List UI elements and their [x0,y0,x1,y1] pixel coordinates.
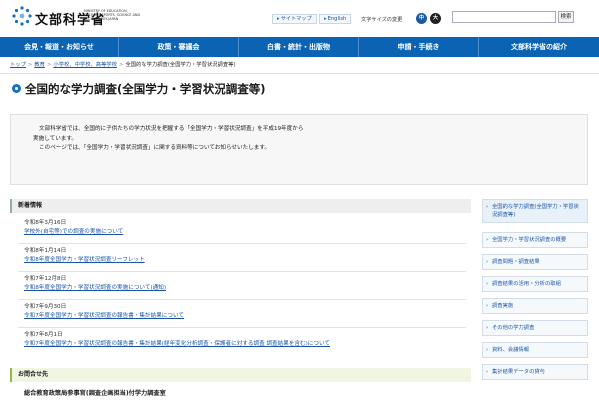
sidebar-item-implementation[interactable]: 調査実施 [482,298,588,314]
breadcrumb-current: 全国的な学力調査(全国学力・学習状況調査等) [125,62,236,68]
intro-text-line: 文部科学省では、全国的に子供たちの学力状況を把握する「全国学力・学習状況調査」を… [39,126,304,132]
news-date: 令和8年1月14日 [24,248,67,254]
page-title: 全国的な学力調査(全国学力・学習状況調査等) [25,82,266,96]
news-link[interactable]: 令和8年度全国学力・学習状況調査の実施について(通知) [24,284,166,293]
breadcrumb-separator: > [119,62,124,68]
news-item: 令和7年9月30日 令和7年度全国学力・学習状況調査の報告書・集計結果について [24,303,184,321]
title-bullet-icon [12,84,21,93]
news-heading: 新着情報 [10,199,471,213]
english-link[interactable]: English [319,14,352,24]
search-input[interactable] [452,11,556,23]
breadcrumb-separator: > [27,62,33,68]
mext-logo-icon[interactable] [12,6,32,26]
news-date: 令和8年3月16日 [24,220,67,226]
font-size-large-button[interactable]: 大 [430,13,441,24]
news-date: 令和7年12月8日 [24,276,67,282]
contact-department: 総合教育政策局参事官(調査企画担当)付学力調査室 [24,390,166,397]
intro-box: 文部科学省では、全国的に子供たちの学力状況を把握する「全国学力・学習状況調査」を… [10,114,588,185]
sidebar-item-materials[interactable]: 資料、会議情報 [482,342,588,358]
contact-heading: お問合せ先 [10,368,471,382]
breadcrumb-link-education[interactable]: 教育 [34,62,45,68]
news-date: 令和7年8月1日 [24,332,63,338]
news-item: 令和8年3月16日 学校外(自宅等)での調査の実施について [24,219,123,237]
news-divider [18,243,466,244]
nav-item-about[interactable]: 文部科学省の紹介 [479,37,599,57]
breadcrumb-link-top[interactable]: トップ [10,62,26,68]
news-link[interactable]: 令和7年度全国学力・学習状況調査の報告書・集計結果(経年変化分析調査・保護者に対… [24,340,330,349]
global-nav: 会見・報道・お知らせ 政策・審議会 白書・統計・出版物 申請・手続き 文部科学省… [0,37,599,57]
news-divider [18,327,466,328]
news-divider [18,271,466,272]
breadcrumb: トップ > 教育 > 小学校、中学校、高等学校 > 全国的な学力調査(全国学力・学習状況調査… [10,60,236,70]
sidebar-item-results[interactable]: 調査問題・調査結果 [482,254,588,270]
divider [0,73,599,74]
breadcrumb-separator: > [46,62,52,68]
intro-text-line: 実施しています。 [33,135,78,142]
nav-item-procedures[interactable]: 申請・手続き [359,37,479,57]
sidebar-item-overview[interactable]: 全国学力・学習状況調査の概要 [482,232,588,248]
news-item: 令和7年8月1日 令和7年度全国学力・学習状況調査の報告書・集計結果(経年変化分… [24,331,330,349]
sitemap-link[interactable]: サイトマップ [272,14,317,24]
sidebar-item-top[interactable]: 全国的な学力調査(全国学力・学習状況調査等) [482,199,588,223]
nav-item-publications[interactable]: 白書・統計・出版物 [239,37,359,57]
intro-text-line: このページでは、「全国学力・学習状況調査」に関する資料等についてお知らせいたしま… [39,145,271,152]
news-date: 令和7年9月30日 [24,304,67,310]
search-button[interactable]: 検索 [558,11,574,23]
page-title-bar: 全国的な学力調査(全国学力・学習状況調査等) [10,81,588,97]
site-logo-subtitle: MINISTRY OF EDUCATION, CULTURE, SPORTS, … [84,9,141,22]
sidebar-item-data-lending[interactable]: 集計結果データの貸与 [482,364,588,380]
breadcrumb-link-schools[interactable]: 小学校、中学校、高等学校 [53,62,117,68]
news-link[interactable]: 学校外(自宅等)での調査の実施について [24,228,123,237]
news-item: 令和7年12月8日 令和8年度全国学力・学習状況調査の実施について(通知) [24,275,166,293]
news-divider [18,299,466,300]
font-size-label: 文字サイズの変更 [361,17,403,23]
font-size-medium-button[interactable]: 中 [416,13,427,24]
news-link[interactable]: 令和7年度全国学力・学習状況調査の報告書・集計結果について [24,312,184,321]
news-link[interactable]: 令和8年度全国学力・学習状況調査リーフレット [24,256,145,265]
sidebar-item-analysis[interactable]: 調査結果の活用・分析の取組 [482,276,588,292]
news-item: 令和8年1月14日 令和8年度全国学力・学習状況調査リーフレット [24,247,145,265]
site-header: 文部科学省 MINISTRY OF EDUCATION, CULTURE, SP… [0,0,599,34]
sidebar-item-other-surveys[interactable]: その他の学力調査 [482,320,588,336]
nav-item-policy[interactable]: 政策・審議会 [119,37,239,57]
nav-item-press[interactable]: 会見・報道・お知らせ [0,37,119,57]
